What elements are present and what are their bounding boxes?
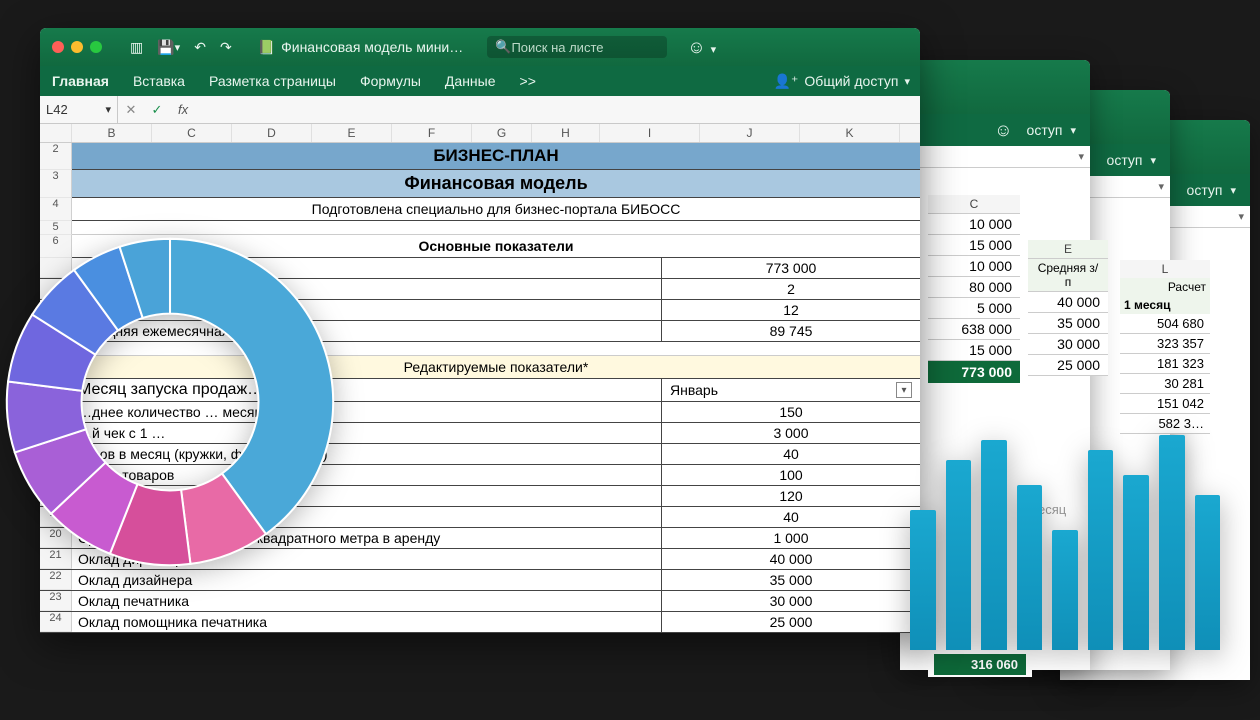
bar <box>1017 485 1043 650</box>
col-head[interactable]: G <box>472 124 532 142</box>
row-value[interactable]: 35 000 <box>662 570 920 590</box>
row-value[interactable]: 40 <box>662 444 920 464</box>
row-value[interactable]: 12 <box>662 300 920 320</box>
chevron-down-icon[interactable]: ▾ <box>904 75 910 88</box>
col-head[interactable]: D <box>232 124 312 142</box>
col-head[interactable]: I <box>600 124 700 142</box>
titlebar: ▥ 💾 ▾ ↶ ↷ 📗 Финансовая модель мини… 🔍 ☺ … <box>40 28 920 66</box>
smile-icon[interactable]: ☺ <box>994 120 1012 141</box>
cell-reference: L42 <box>46 102 68 117</box>
bar <box>1159 435 1185 650</box>
bg-share-label[interactable]: оступ <box>1107 152 1143 168</box>
col-head-e: E <box>1028 240 1108 259</box>
home-layout-icon[interactable]: ▥ <box>130 39 143 56</box>
side-total-2: 316 060 <box>934 654 1026 675</box>
row-label[interactable]: Оклад помощника печатника <box>72 612 662 632</box>
save-icon[interactable]: 💾 ▾ <box>157 39 180 56</box>
row-value[interactable]: 773 000 <box>662 258 920 278</box>
sheet-search[interactable]: 🔍 <box>487 36 667 58</box>
tab-page-layout[interactable]: Разметка страницы <box>207 69 338 93</box>
col-head[interactable]: J <box>700 124 800 142</box>
redo-icon[interactable]: ↷ <box>220 39 232 56</box>
bar <box>1088 450 1114 650</box>
ribbon-tabs: Главная Вставка Разметка страницы Формул… <box>40 66 920 96</box>
row-number[interactable]: 4 <box>40 198 72 221</box>
fx-label[interactable]: fx <box>170 102 196 117</box>
side-total: 773 000 <box>928 361 1020 383</box>
formula-input[interactable] <box>196 96 920 123</box>
bar-chart <box>910 420 1220 650</box>
col-head[interactable]: F <box>392 124 472 142</box>
bar <box>1123 475 1149 650</box>
col-head-l: L <box>1120 260 1210 278</box>
row-value[interactable]: 1 000 <box>662 528 920 548</box>
row-value[interactable]: 2 <box>662 279 920 299</box>
row-value[interactable]: 3 000 <box>662 423 920 443</box>
tab-formulas[interactable]: Формулы <box>358 69 423 93</box>
share-label: Общий доступ <box>804 73 898 89</box>
row-value[interactable]: 40 <box>662 507 920 527</box>
row-value[interactable]: 25 000 <box>662 612 920 632</box>
row-label[interactable]: Оклад печатника <box>72 591 662 611</box>
donut-chart <box>0 232 340 572</box>
excel-file-icon: 📗 <box>258 39 275 56</box>
side-column-e: E Средняя з/п 40 000 35 000 30 000 25 00… <box>1028 240 1108 376</box>
title-fin-model: Финансовая модель <box>72 170 920 198</box>
col-head[interactable]: E <box>312 124 392 142</box>
tab-data[interactable]: Данные <box>443 69 498 93</box>
row-value[interactable]: 40 000 <box>662 549 920 569</box>
search-input[interactable] <box>511 40 659 55</box>
maximize-icon[interactable] <box>90 41 102 53</box>
row-number[interactable]: 23 <box>40 591 72 611</box>
col-head[interactable]: H <box>532 124 600 142</box>
tab-home[interactable]: Главная <box>50 69 111 93</box>
close-icon[interactable] <box>52 41 64 53</box>
bar <box>1052 530 1078 650</box>
row-number[interactable]: 3 <box>40 170 72 198</box>
side-column-l: L Расчет 1 месяц 504 680 323 357 181 323… <box>1120 260 1210 434</box>
bar <box>1195 495 1221 650</box>
row-label[interactable]: Оклад дизайнера <box>72 570 662 590</box>
bar <box>910 510 936 650</box>
undo-icon[interactable]: ↶ <box>194 39 206 56</box>
row-number[interactable]: 24 <box>40 612 72 632</box>
dropdown-icon[interactable]: ▾ <box>896 382 912 398</box>
bar <box>946 460 972 650</box>
title-business-plan: БИЗНЕС-ПЛАН <box>72 143 920 170</box>
row-value[interactable]: 89 745 <box>662 321 920 341</box>
namebox-chevron-icon[interactable]: ▾ <box>105 103 111 116</box>
bar <box>981 440 1007 650</box>
row-number[interactable]: 22 <box>40 570 72 590</box>
minimize-icon[interactable] <box>71 41 83 53</box>
smile-icon[interactable]: ☺ ▾ <box>687 37 716 58</box>
subtitle-prepared: Подготовлена специально для бизнес-порта… <box>72 198 920 221</box>
document-title: Финансовая модель мини… <box>281 39 463 55</box>
bg-share-label[interactable]: оступ <box>1187 182 1223 198</box>
formula-bar: L42 ▾ ✕ ✓ fx <box>40 96 920 124</box>
side-column-c: C 10 000 15 000 10 000 80 000 5 000 638 … <box>928 195 1020 383</box>
chevron-down-icon[interactable]: ▾ <box>1230 184 1236 197</box>
name-box[interactable]: L42 ▾ <box>40 96 118 123</box>
chevron-down-icon[interactable]: ▾ <box>1150 154 1156 167</box>
tab-insert[interactable]: Вставка <box>131 69 187 93</box>
row-number[interactable]: 2 <box>40 143 72 170</box>
row-value[interactable]: 30 000 <box>662 591 920 611</box>
col-head[interactable]: B <box>72 124 152 142</box>
col-head[interactable]: K <box>800 124 900 142</box>
chevron-down-icon[interactable]: ▾ <box>1070 124 1076 137</box>
search-icon: 🔍 <box>495 39 511 55</box>
share-button[interactable]: 👤⁺ Общий доступ ▾ <box>774 73 910 90</box>
confirm-formula-icon[interactable]: ✓ <box>144 102 170 118</box>
row-value[interactable]: 100 <box>662 465 920 485</box>
col-head[interactable]: C <box>152 124 232 142</box>
row-value[interactable]: 120 <box>662 486 920 506</box>
person-plus-icon: 👤⁺ <box>774 73 799 90</box>
column-headers: B C D E F G H I J K <box>40 124 920 143</box>
row-value[interactable]: 150 <box>662 402 920 422</box>
bg-share-label[interactable]: оступ <box>1027 122 1063 138</box>
col-head-c: C <box>928 195 1020 214</box>
cancel-formula-icon[interactable]: ✕ <box>118 102 144 118</box>
month-value[interactable]: Январь <box>670 382 718 398</box>
tabs-overflow[interactable]: >> <box>518 69 538 93</box>
